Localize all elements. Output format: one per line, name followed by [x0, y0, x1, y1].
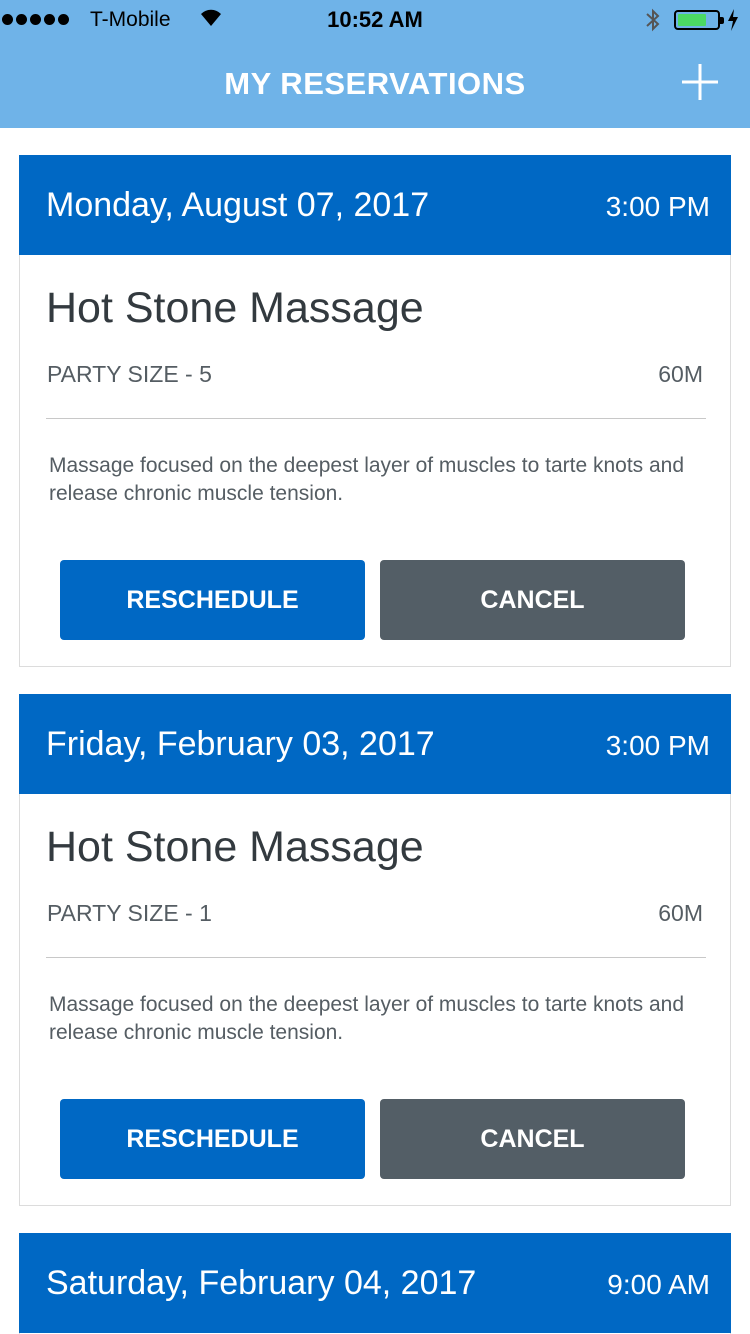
duration: 60M [658, 361, 703, 387]
party-size: PARTY SIZE - 1 [47, 900, 212, 926]
reservation-date: Monday, August 07, 2017 [46, 186, 430, 224]
cancel-button[interactable]: CANCEL [380, 560, 685, 640]
status-time: 10:52 AM [327, 7, 423, 32]
service-description: Massage focused on the deepest layer of … [49, 993, 685, 1044]
bluetooth-icon [644, 7, 662, 39]
charging-icon [726, 8, 740, 38]
reschedule-button[interactable]: RESCHEDULE [60, 560, 365, 640]
reservation-date: Saturday, February 04, 2017 [46, 1264, 477, 1302]
service-name: Hot Stone Massage [46, 284, 424, 332]
page-title: MY RESERVATIONS [224, 66, 526, 101]
add-reservation-button[interactable] [680, 62, 720, 102]
top-bar: T-Mobile 10:52 AM MY RESERVATIONS [0, 0, 750, 128]
reservation-time: 3:00 PM [605, 730, 710, 761]
service-description: Massage focused on the deepest layer of … [49, 454, 685, 505]
cancel-button[interactable]: CANCEL [380, 1099, 685, 1179]
reservation-time: 3:00 PM [605, 191, 710, 222]
reservation-card: Saturday, February 04, 2017 9:00 AM [19, 1233, 731, 1334]
reservation-time: 9:00 AM [607, 1269, 710, 1300]
service-name: Hot Stone Massage [46, 823, 424, 871]
reservation-header: Friday, February 03, 2017 3:00 PM [19, 694, 731, 794]
reservation-date: Friday, February 03, 2017 [46, 725, 435, 763]
reservation-card: Monday, August 07, 2017 3:00 PM Hot Ston… [19, 155, 731, 667]
reservation-header: Saturday, February 04, 2017 9:00 AM [19, 1233, 731, 1333]
reschedule-button[interactable]: RESCHEDULE [60, 1099, 365, 1179]
divider [46, 957, 706, 958]
plus-icon [682, 64, 718, 100]
reservation-header: Monday, August 07, 2017 3:00 PM [19, 155, 731, 255]
duration: 60M [658, 900, 703, 926]
party-size: PARTY SIZE - 5 [47, 361, 212, 387]
reservation-card: Friday, February 03, 2017 3:00 PM Hot St… [19, 694, 731, 1206]
divider [46, 418, 706, 419]
status-bar: T-Mobile 10:52 AM [0, 0, 750, 40]
battery-icon [674, 10, 724, 30]
